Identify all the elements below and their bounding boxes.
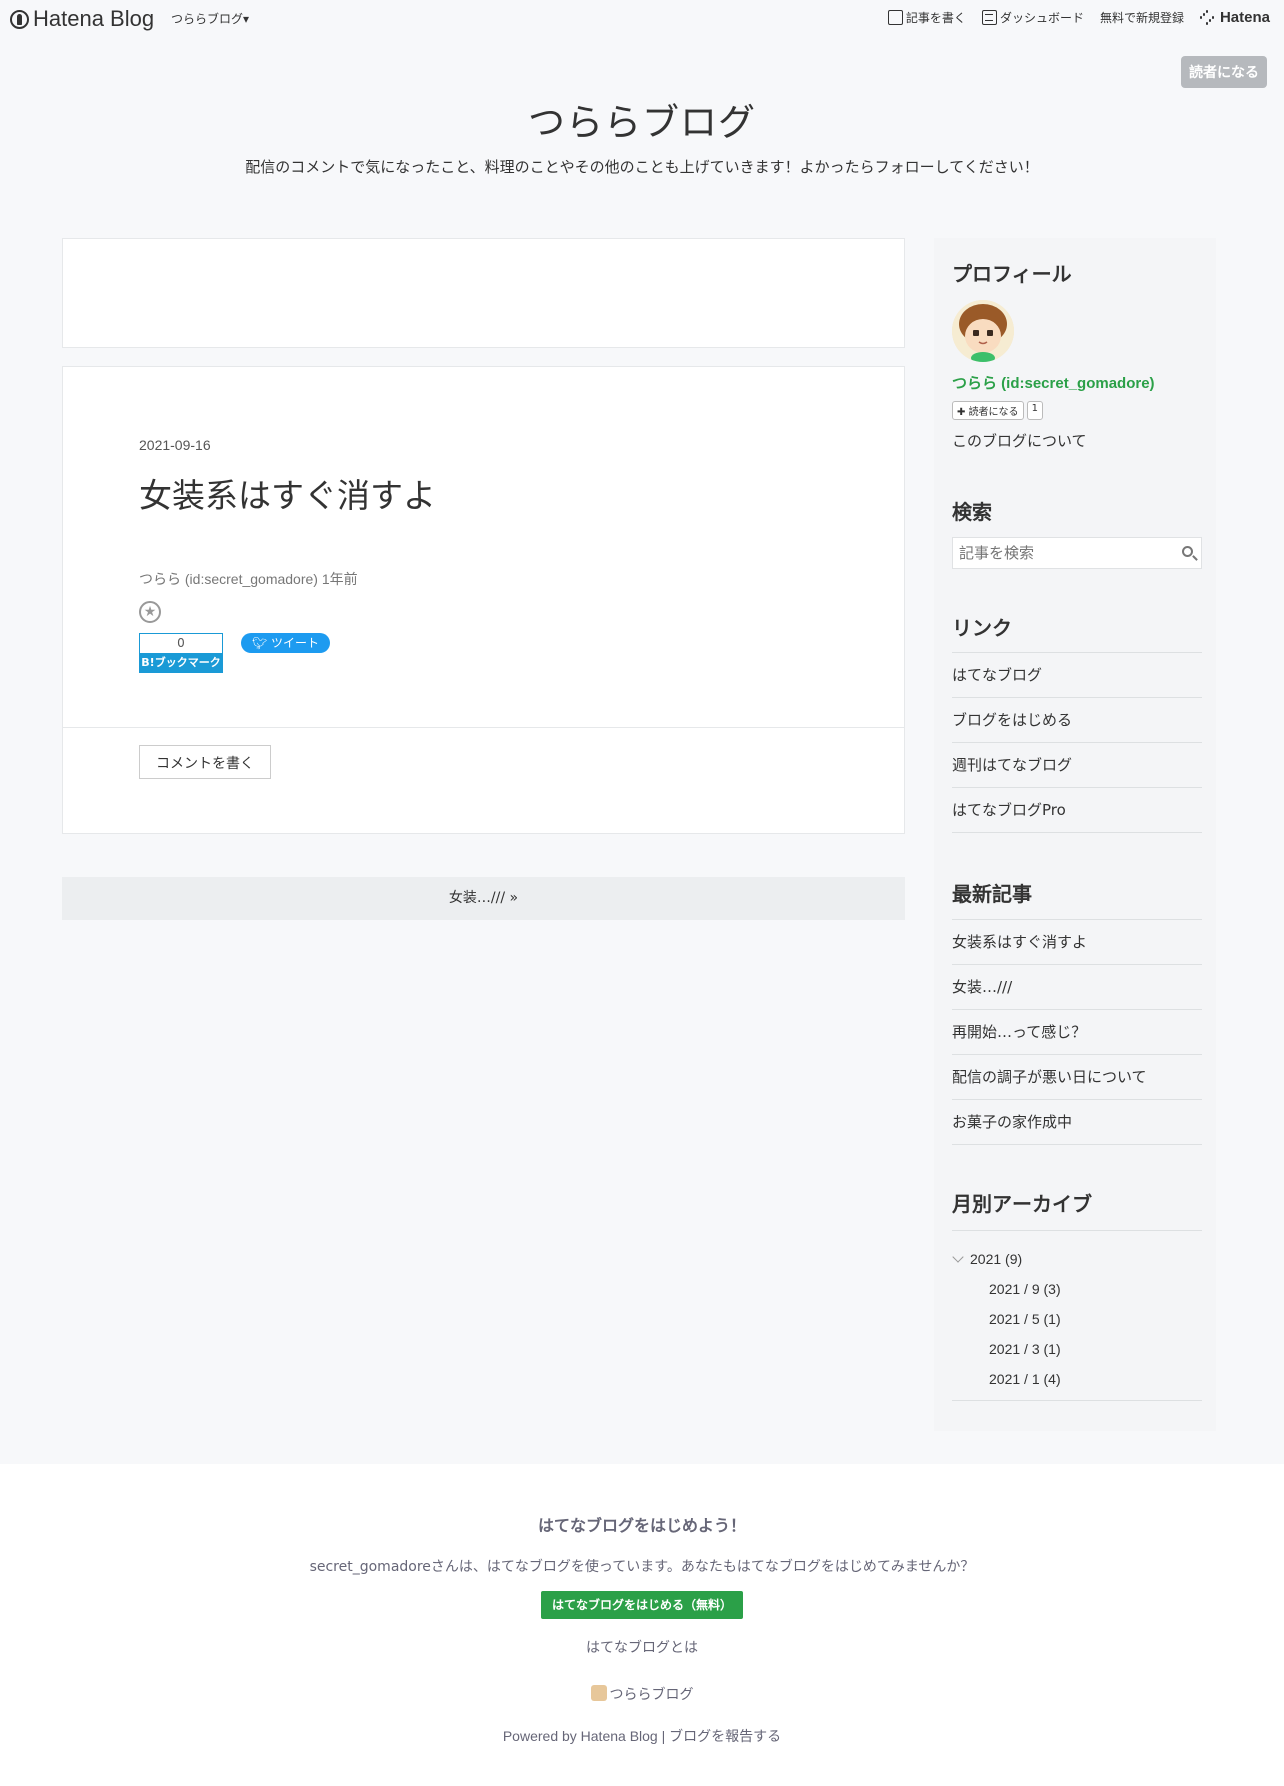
dashboard-icon: [981, 10, 997, 25]
pencil-icon: [887, 10, 903, 25]
entry-divider: [63, 727, 904, 728]
chevron-down-icon[interactable]: [952, 1251, 964, 1263]
recent-item[interactable]: 女装系はすぐ消すよ: [952, 920, 1202, 965]
archive-year[interactable]: 2021 (9): [952, 1251, 1023, 1267]
archive-month[interactable]: 2021 / 9 (3): [989, 1281, 1061, 1297]
tweet-label: ツイート: [271, 636, 320, 650]
twitter-bird-icon: 🐦︎: [251, 636, 272, 650]
footer-blog-name: つららブログ: [609, 1687, 694, 1703]
link-item[interactable]: はてなブログPro: [952, 788, 1202, 833]
about-blog-link[interactable]: このブログについて: [952, 430, 1087, 451]
entry-date[interactable]: 2021-09-16: [139, 437, 211, 453]
search-heading: 検索: [952, 500, 992, 524]
write-post-link[interactable]: 記事を書く: [887, 9, 966, 26]
search-icon[interactable]: [1182, 546, 1193, 557]
link-item[interactable]: はてなブログ: [952, 653, 1202, 698]
about-hatena-blog-link[interactable]: はてなブログとは: [0, 1637, 1284, 1657]
start-blog-button[interactable]: はてなブログをはじめる（無料）: [541, 1591, 743, 1619]
logo-text: Hatena Blog: [33, 6, 155, 31]
footer: はてなブログをはじめよう！ secret_gomadoreさんは、はてなブログを…: [0, 1464, 1284, 1786]
search-input[interactable]: [953, 538, 1165, 568]
add-star-icon[interactable]: ★: [139, 601, 161, 623]
archive-list: 2021 (9) 2021 / 9 (3) 2021 / 5 (1) 2021 …: [952, 1230, 1202, 1401]
entry-title[interactable]: 女装系はすぐ消すよ: [139, 469, 436, 517]
write-post-label: 記事を書く: [905, 11, 966, 25]
profile-subscribe: ✚ 読者になる 1: [952, 401, 1043, 420]
global-header: Hatena Blog つららブログ▾ 記事を書く ダッシュボード 無料で新規登…: [0, 0, 1284, 38]
avatar-illustration: [952, 300, 1014, 362]
hatena-label: Hatena: [1219, 9, 1270, 26]
search-box: [952, 537, 1202, 569]
subscriber-count[interactable]: 1: [1026, 401, 1043, 420]
footer-cta-title: はてなブログをはじめよう！: [537, 1516, 746, 1535]
recent-list: 女装系はすぐ消すよ 女装…/// 再開始…って感じ？ 配信の調子が悪い日について…: [952, 919, 1202, 1145]
profile-name[interactable]: つらら (id:secret_gomadore): [952, 372, 1155, 393]
recent-item[interactable]: 再開始…って感じ？: [952, 1010, 1202, 1055]
bookmark-label: B!ブックマーク: [140, 653, 222, 672]
entry-article: 2021-09-16 女装系はすぐ消すよ つらら (id:secret_goma…: [62, 366, 905, 834]
bookmark-count: 0: [177, 636, 185, 650]
blog-description: 配信のコメントで気になったこと、料理のことやその他のことも上げていきます！よかっ…: [245, 158, 1039, 176]
footer-powered: Powered by Hatena Blog | ブログを報告する: [0, 1726, 1284, 1746]
recent-item[interactable]: 配信の調子が悪い日について: [952, 1055, 1202, 1100]
hatena-blog-logo-icon: [10, 9, 29, 29]
footer-separator: |: [661, 1728, 670, 1744]
hatena-dots-icon: [1199, 10, 1215, 25]
archive-year-label: 2021 (9): [970, 1251, 1023, 1267]
footer-blog-link[interactable]: つららブログ: [0, 1684, 1284, 1704]
links-list: はてなブログ ブログをはじめる 週刊はてなブログ はてなブログPro: [952, 652, 1202, 833]
hatena-link[interactable]: Hatena: [1199, 9, 1270, 26]
report-blog-link[interactable]: ブログを報告する: [669, 1728, 781, 1744]
hatena-blog-logo[interactable]: Hatena Blog: [10, 6, 154, 32]
archive-month[interactable]: 2021 / 1 (4): [989, 1371, 1061, 1387]
ad-area: [62, 238, 905, 348]
archive-month[interactable]: 2021 / 3 (1): [989, 1341, 1061, 1357]
blog-title[interactable]: つららブログ: [0, 92, 1284, 146]
profile-subscribe-button[interactable]: ✚ 読者になる: [952, 401, 1024, 420]
avatar[interactable]: [952, 300, 1014, 362]
entry-author[interactable]: つらら (id:secret_gomadore) 1年前: [139, 569, 358, 589]
recent-item[interactable]: お菓子の家作成中: [952, 1100, 1202, 1145]
dashboard-label: ダッシュボード: [999, 11, 1084, 25]
sidebar: プロフィール つらら (id:secret_gomadore) ✚ 読者になる …: [934, 238, 1216, 1431]
archive-heading: 月別アーカイブ: [952, 1192, 1092, 1216]
blog-icon: [590, 1685, 607, 1701]
link-item[interactable]: 週刊はてなブログ: [952, 743, 1202, 788]
profile-heading: プロフィール: [952, 262, 1072, 286]
subscribe-button[interactable]: 読者になる: [1181, 56, 1267, 88]
signup-link[interactable]: 無料で新規登録: [1100, 9, 1184, 26]
recent-item[interactable]: 女装…///: [952, 965, 1202, 1010]
archive-month[interactable]: 2021 / 5 (1): [989, 1311, 1061, 1327]
blog-selector[interactable]: つららブログ▾: [171, 10, 249, 27]
links-heading: リンク: [952, 616, 1012, 640]
powered-by-link[interactable]: Powered by Hatena Blog: [503, 1728, 658, 1744]
write-comment-button[interactable]: コメントを書く: [139, 745, 271, 779]
dashboard-link[interactable]: ダッシュボード: [981, 9, 1084, 26]
link-item[interactable]: ブログをはじめる: [952, 698, 1202, 743]
footer-cta-text: secret_gomadoreさんは、はてなブログを使っています。あなたもはてな…: [309, 1559, 975, 1575]
profile-subscribe-label: 読者になる: [968, 407, 1019, 418]
recent-heading: 最新記事: [952, 882, 1032, 906]
hatena-bookmark-button[interactable]: 0 B!ブックマーク: [139, 633, 223, 673]
next-entry-link[interactable]: 女装…/// »: [62, 877, 905, 920]
tweet-button[interactable]: 🐦︎ ツイート: [241, 633, 330, 653]
